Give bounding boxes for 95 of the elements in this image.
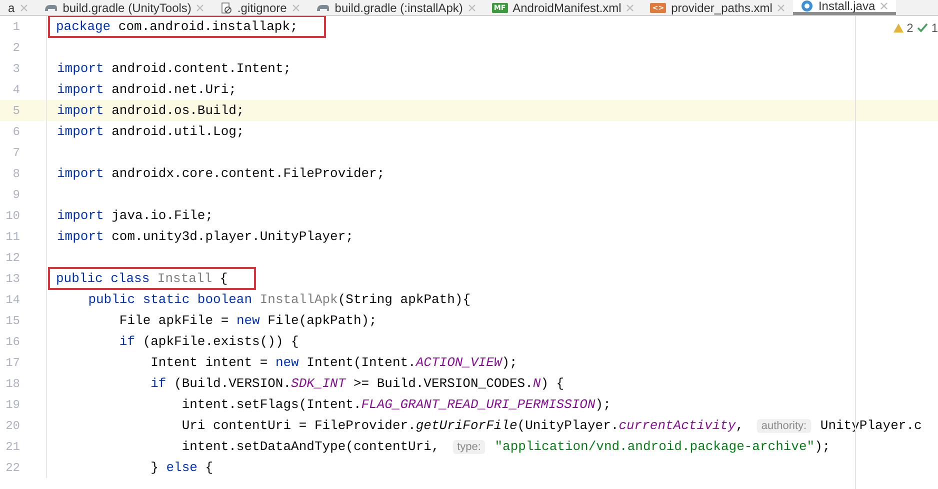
warning-icon — [892, 23, 904, 33]
code-token: new — [236, 313, 260, 328]
warning-count[interactable]: 2 — [892, 21, 914, 35]
code-token: (apkFile.exists()) { — [142, 334, 299, 349]
code-token: Intent(Intent. — [306, 355, 416, 370]
line-number: 8 — [12, 166, 20, 180]
line-number: 15 — [4, 314, 20, 328]
code-token: InstallApk — [258, 292, 338, 307]
close-icon — [292, 4, 300, 12]
code-token: >= Build.VERSION_CODES. — [352, 376, 533, 391]
code-token: { — [204, 460, 214, 475]
code-token: (UnityPlayer. — [517, 418, 619, 433]
code-token: intent.setDataAndType(contentUri, — [180, 439, 440, 454]
code-token: package — [56, 19, 111, 34]
code-token: Intent intent = — [150, 355, 269, 370]
line-number: 13 — [4, 272, 20, 286]
line-number: 20 — [4, 418, 20, 432]
line-number: 16 — [4, 334, 20, 348]
line-number: 1 — [12, 20, 20, 34]
code-token: "application/vnd.android.package-archive" — [494, 439, 815, 454]
line-number: 22 — [4, 460, 20, 474]
line-number: 12 — [4, 250, 20, 264]
code-token: { — [218, 271, 228, 286]
line-number: 21 — [4, 440, 20, 454]
code-token: import — [57, 208, 104, 223]
code-token: ); — [595, 397, 611, 412]
code-token: getUriForFile — [416, 418, 518, 433]
code-token: SDK_INT — [291, 376, 346, 391]
code-token: Install — [156, 271, 212, 286]
close-icon — [196, 4, 204, 12]
line-number: 14 — [4, 292, 20, 306]
close-icon — [777, 4, 786, 12]
code-token: Uri contentUri = FileProvider. — [180, 418, 416, 433]
code-token: currentActivity — [618, 418, 736, 433]
code-token: , — [736, 418, 745, 433]
code-token: import — [57, 103, 104, 118]
editor-tab[interactable]: build.gradle (UnityTools) — [36, 0, 212, 15]
line-number: 7 — [12, 146, 20, 160]
code-token: ACTION_VIEW — [416, 355, 502, 370]
line-number: 19 — [4, 398, 20, 412]
code-token: android.os.Build; — [110, 103, 244, 118]
editor-tab[interactable]: a — [0, 0, 36, 15]
check-icon — [917, 23, 928, 33]
code-token: (String apkPath){ — [338, 292, 470, 307]
code-token: import — [57, 124, 104, 139]
line-number: 10 — [4, 208, 20, 222]
code-token: com.android.installapk; — [117, 19, 298, 34]
code-token: } — [150, 460, 160, 475]
line-number: 5 — [12, 104, 20, 118]
line-number: 17 — [4, 356, 20, 370]
editor-tab[interactable]: build.gradle (:installApk) — [308, 0, 484, 15]
code-token: ) { — [540, 376, 564, 391]
editor-tab[interactable]: .gitignore — [212, 0, 308, 15]
close-icon — [20, 4, 28, 12]
code-token: ); — [502, 355, 518, 370]
class-icon — [801, 0, 814, 12]
code-token: import — [57, 61, 104, 76]
weak-warning-count[interactable]: 1 — [917, 21, 938, 35]
line-number: 4 — [12, 82, 20, 96]
code-token: if — [118, 334, 136, 349]
code-token: import — [57, 166, 104, 181]
code-token: intent.setFlags(Intent. — [180, 397, 362, 412]
code-token: import — [57, 229, 104, 244]
code-token: File apkFile = — [118, 313, 230, 328]
code-token: public static boolean — [87, 292, 252, 307]
code-token: ); — [814, 439, 830, 454]
code-token: android.net.Uri; — [110, 82, 236, 97]
line-number: 2 — [12, 40, 20, 54]
code-token: public class — [56, 271, 150, 286]
code-token: android.util.Log; — [110, 124, 244, 139]
line-number: 11 — [4, 230, 20, 244]
parameter-hint: type: — [453, 440, 485, 454]
code-token: if — [150, 376, 166, 391]
code-token: new — [275, 355, 299, 370]
code-token: com.unity3d.player.UnityPlayer; — [110, 229, 354, 244]
line-number: 6 — [12, 124, 20, 138]
code-token: android.content.Intent; — [110, 61, 292, 76]
code-token: File(apkPath); — [266, 313, 377, 328]
close-icon — [626, 4, 634, 12]
line-number: 9 — [12, 188, 20, 202]
code-token: UnityPlayer.c — [819, 418, 922, 433]
line-number: 3 — [12, 62, 20, 76]
close-icon — [880, 2, 888, 10]
close-icon — [468, 4, 476, 12]
code-token: import — [57, 82, 104, 97]
code-token: else — [166, 460, 198, 475]
parameter-hint: authority: — [757, 418, 811, 432]
file-icon — [220, 2, 232, 14]
code-token: androidx.core.content.FileProvider; — [110, 166, 385, 181]
code-token: FLAG_GRANT_READ_URI_PERMISSION — [361, 397, 596, 412]
line-number: 18 — [4, 376, 20, 390]
code-token: N — [532, 376, 541, 391]
editor-tab[interactable]: Install.java — [793, 0, 896, 15]
code-token: java.io.File; — [110, 208, 214, 223]
code-token: (Build.VERSION. — [173, 376, 292, 391]
